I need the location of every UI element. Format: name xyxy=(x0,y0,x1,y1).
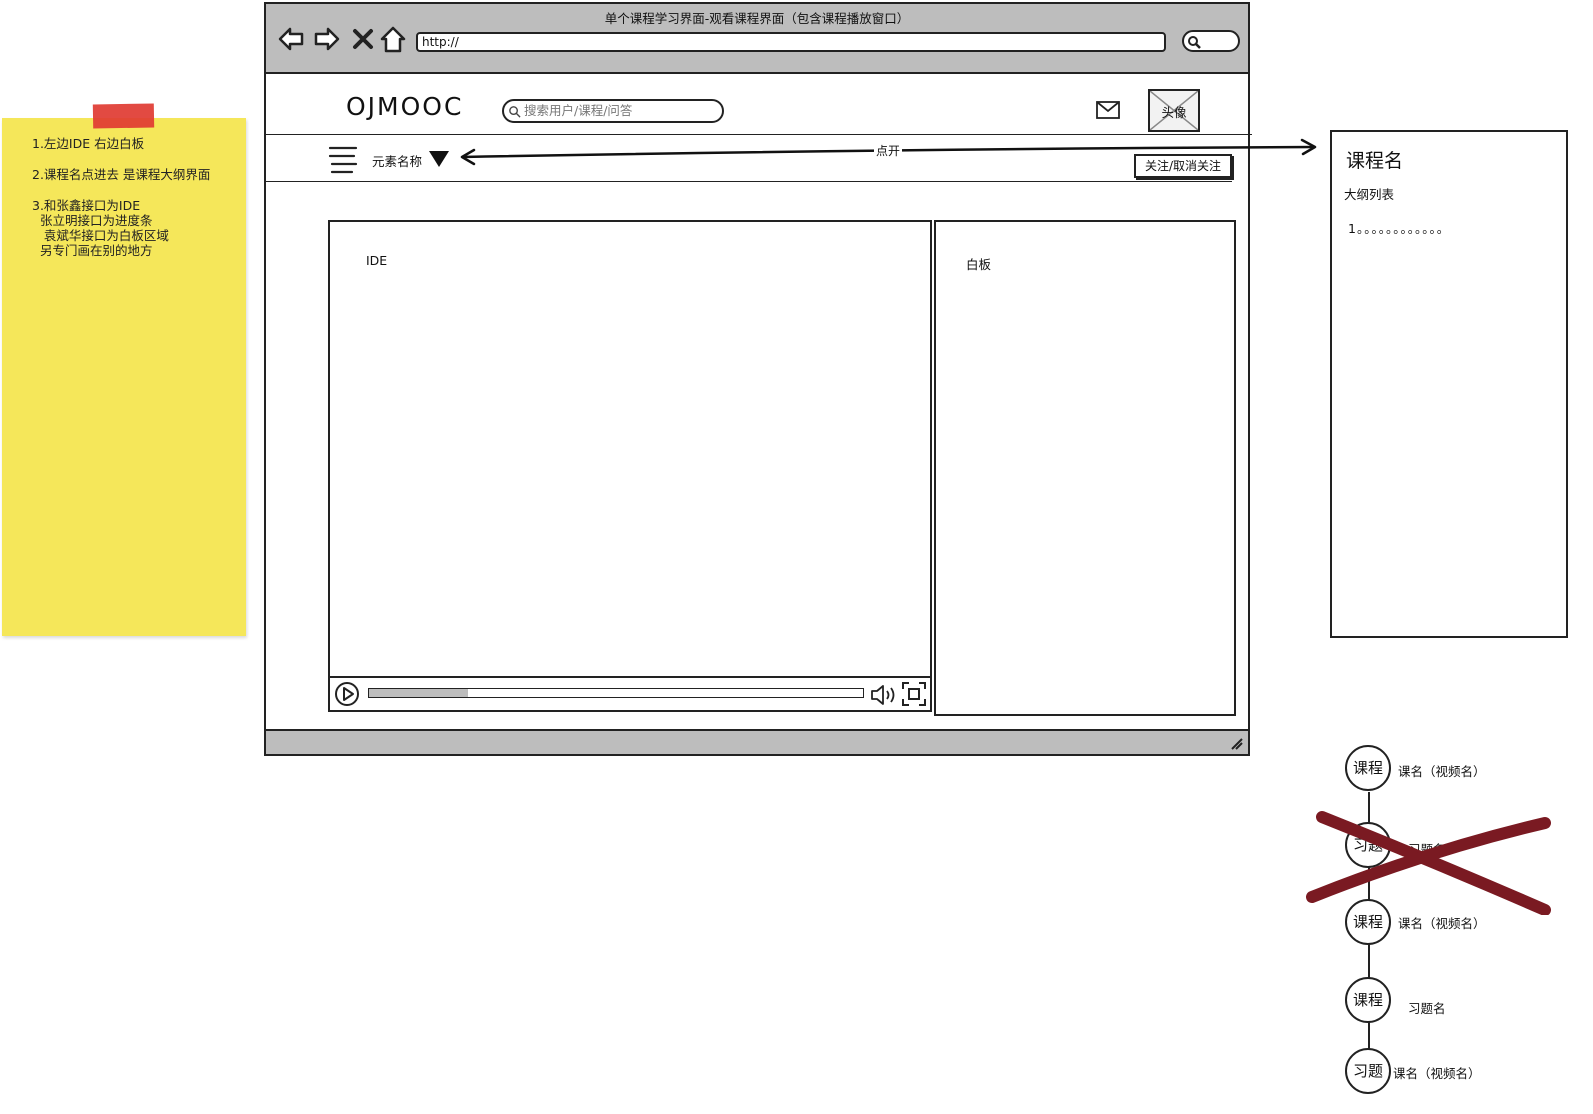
site-search-input[interactable]: 搜索用户/课程/问答 xyxy=(502,99,724,123)
home-icon[interactable] xyxy=(378,24,408,54)
timeline-label: 课名（视频名） xyxy=(1393,1066,1481,1081)
close-icon[interactable] xyxy=(348,24,378,54)
progress-fill xyxy=(369,689,468,697)
play-icon[interactable] xyxy=(334,681,360,707)
forward-arrow-icon[interactable] xyxy=(312,24,342,54)
arrow-label: 点开 xyxy=(874,142,903,159)
search-icon xyxy=(509,106,521,118)
browser-window: 单个课程学习界面-观看课程界面（包含课程播放窗口） http:// OJMOOC… xyxy=(264,2,1252,756)
whiteboard-panel[interactable]: 白板 xyxy=(934,220,1236,716)
timeline-label: 课名（视频名） xyxy=(1398,764,1486,779)
fullscreen-icon[interactable] xyxy=(902,682,926,706)
note-line: 1.左边IDE 右边白板 xyxy=(32,136,145,151)
url-input[interactable]: http:// xyxy=(416,32,1166,52)
window-title: 单个课程学习界面-观看课程界面（包含课程播放窗口） xyxy=(604,11,910,26)
element-name-label[interactable]: 元素名称 xyxy=(372,151,422,170)
outline-list-item[interactable]: 1。。。。。。。。。。。。 xyxy=(1348,218,1450,237)
browser-titlebar: 单个课程学习界面-观看课程界面（包含课程播放窗口） http:// xyxy=(266,4,1248,74)
timeline-node[interactable]: 习题 xyxy=(1345,1048,1391,1094)
timeline-label: 课名（视频名） xyxy=(1398,916,1486,931)
video-player-bar xyxy=(330,676,930,710)
avatar-label: 头像 xyxy=(1161,105,1187,120)
ide-panel[interactable]: IDE xyxy=(328,220,932,712)
strike-cross-icon xyxy=(1306,811,1551,915)
sticky-tape xyxy=(92,103,155,129)
resize-grip-icon[interactable] xyxy=(1228,735,1244,751)
back-arrow-icon[interactable] xyxy=(276,24,306,54)
ide-label: IDE xyxy=(366,253,388,268)
outline-title[interactable]: 课程名 xyxy=(1346,146,1403,173)
outline-subtitle: 大纲列表 xyxy=(1344,187,1395,202)
volume-icon[interactable] xyxy=(870,683,898,707)
menu-icon[interactable] xyxy=(328,144,358,176)
timeline-label: 习题名 xyxy=(1408,1001,1446,1016)
timeline-node[interactable]: 课程 xyxy=(1345,745,1391,791)
whiteboard-label: 白板 xyxy=(966,257,992,272)
browser-search-box[interactable] xyxy=(1182,30,1240,52)
sticky-note: 1.左边IDE 右边白板 2.课程名点进去 是课程大纲界面 3.和张鑫接口为ID… xyxy=(2,118,246,636)
browser-statusbar xyxy=(266,729,1248,754)
subnav-divider xyxy=(266,181,1232,182)
avatar[interactable]: 头像 xyxy=(1148,89,1200,132)
note-line: 2.课程名点进去 是课程大纲界面 xyxy=(32,167,211,182)
progress-bar[interactable] xyxy=(368,688,864,698)
timeline-node[interactable]: 课程 xyxy=(1345,977,1391,1023)
mail-icon[interactable] xyxy=(1096,101,1120,119)
note-line: 另专门画在别的地方 xyxy=(32,243,153,258)
search-icon xyxy=(1188,36,1201,49)
course-outline-panel: 课程名 大纲列表 1。。。。。。。。。。。。 xyxy=(1330,130,1568,638)
site-logo[interactable]: OJMOOC xyxy=(346,92,463,121)
